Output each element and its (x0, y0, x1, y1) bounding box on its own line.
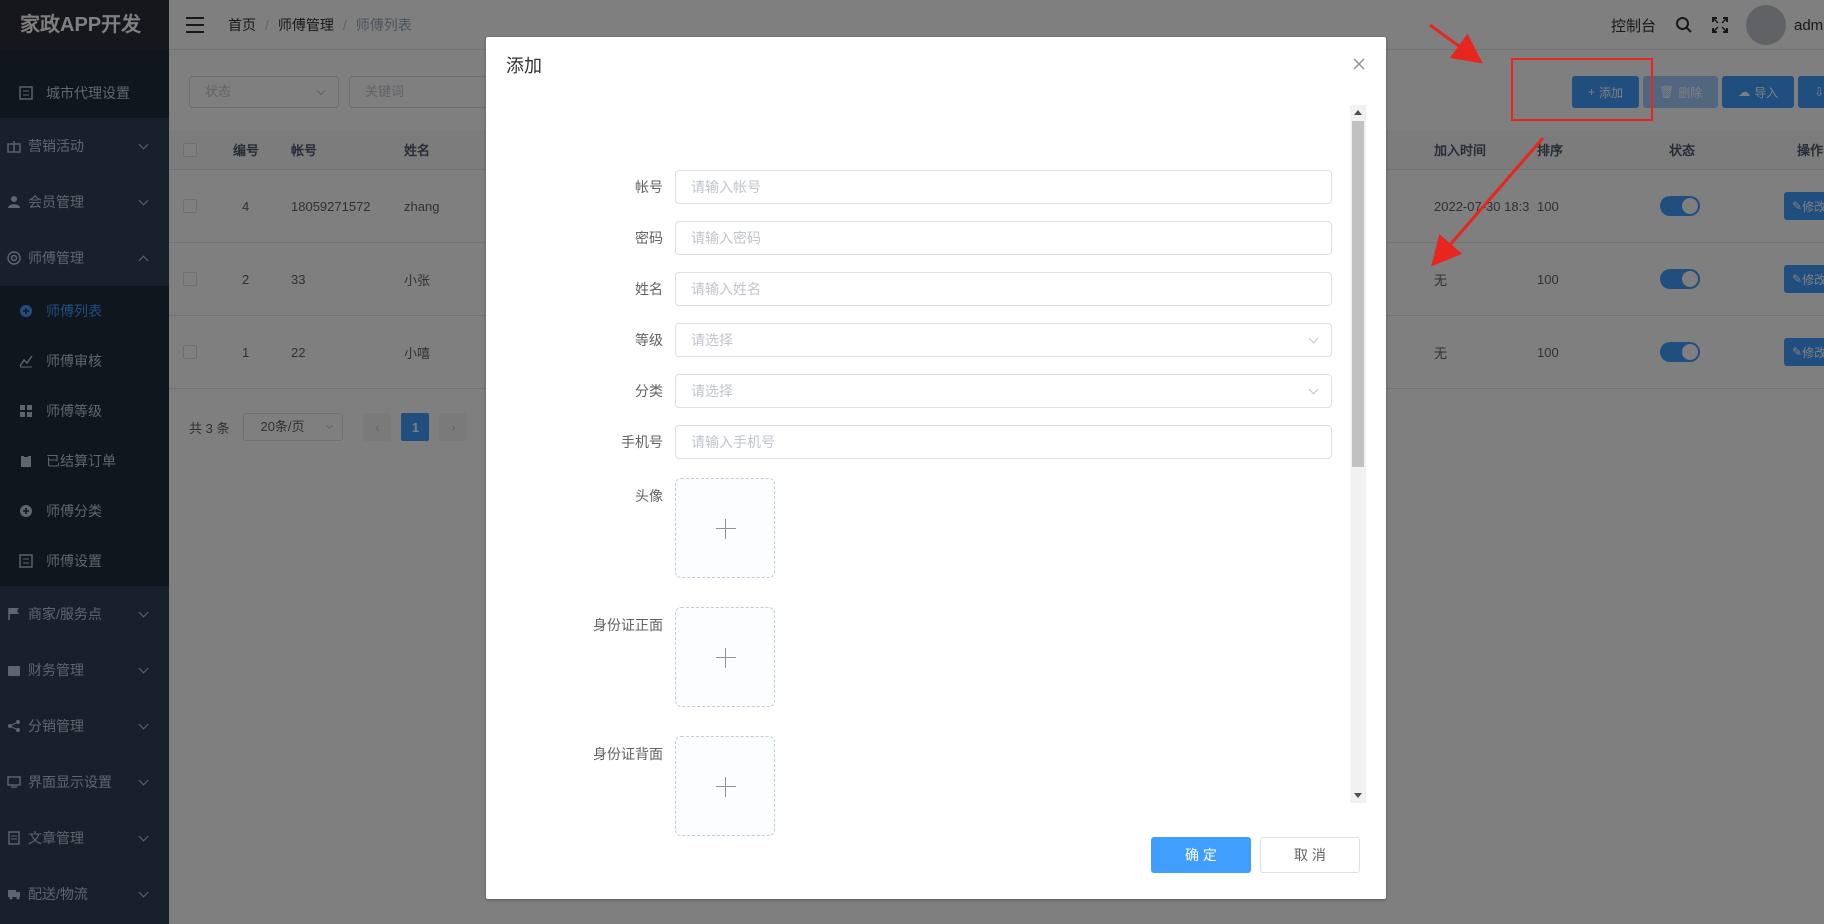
id-front-uploader[interactable] (675, 607, 775, 707)
name-label: 姓名 (635, 281, 663, 297)
chevron-down-icon (1308, 384, 1319, 395)
password-label: 密码 (635, 230, 663, 246)
account-label: 帐号 (635, 179, 663, 195)
scroll-up-arrow-icon[interactable] (1354, 110, 1362, 115)
account-input[interactable]: 请输入帐号 (675, 170, 1332, 204)
dialog-title: 添加 (506, 56, 542, 76)
level-select-placeholder: 请选择 (691, 332, 733, 348)
form-row-account: 帐号 请输入帐号 (506, 170, 1332, 204)
close-icon[interactable] (1352, 57, 1366, 71)
scroll-down-arrow-icon[interactable] (1354, 793, 1362, 798)
form-row-level: 等级 请选择 (506, 323, 1332, 357)
form-row-category: 分类 请选择 (506, 374, 1332, 408)
scrollbar-thumb[interactable] (1352, 121, 1364, 467)
form-row-password: 密码 请输入密码 (506, 221, 1332, 255)
form-row-id-back: 身份证背面 (506, 736, 775, 836)
level-label: 等级 (635, 332, 663, 348)
id-back-label: 身份证背面 (593, 746, 663, 762)
chevron-down-icon (1308, 333, 1319, 344)
confirm-button[interactable]: 确 定 (1151, 837, 1251, 873)
avatar-uploader[interactable] (675, 478, 775, 578)
form-row-id-front: 身份证正面 (506, 607, 775, 707)
category-select-placeholder: 请选择 (691, 383, 733, 399)
form-row-phone: 手机号 请输入手机号 (506, 425, 1332, 459)
annotation-arrow (1429, 23, 1483, 64)
category-label: 分类 (635, 383, 663, 399)
phone-label: 手机号 (621, 434, 663, 450)
annotation-arrow (1431, 137, 1545, 267)
dialog-footer: 确 定 取 消 (1151, 837, 1360, 873)
phone-input[interactable]: 请输入手机号 (675, 425, 1332, 459)
form-row-name: 姓名 请输入姓名 (506, 272, 1332, 306)
id-front-label: 身份证正面 (593, 617, 663, 633)
id-back-uploader[interactable] (675, 736, 775, 836)
category-select[interactable]: 请选择 (675, 374, 1332, 408)
level-select[interactable]: 请选择 (675, 323, 1332, 357)
password-input[interactable]: 请输入密码 (675, 221, 1332, 255)
form-row-avatar: 头像 (506, 478, 775, 578)
cancel-button[interactable]: 取 消 (1260, 837, 1360, 873)
name-input[interactable]: 请输入姓名 (675, 272, 1332, 306)
dialog-scrollbar[interactable] (1350, 105, 1366, 803)
dialog-body: 帐号 请输入帐号 密码 请输入密码 姓名 请输入姓名 等级 请选择 分类 请选择 (506, 105, 1366, 837)
avatar-label: 头像 (635, 488, 663, 504)
add-dialog: 添加 帐号 请输入帐号 密码 请输入密码 姓名 请输入姓名 等级 请选择 分类 … (486, 37, 1386, 899)
